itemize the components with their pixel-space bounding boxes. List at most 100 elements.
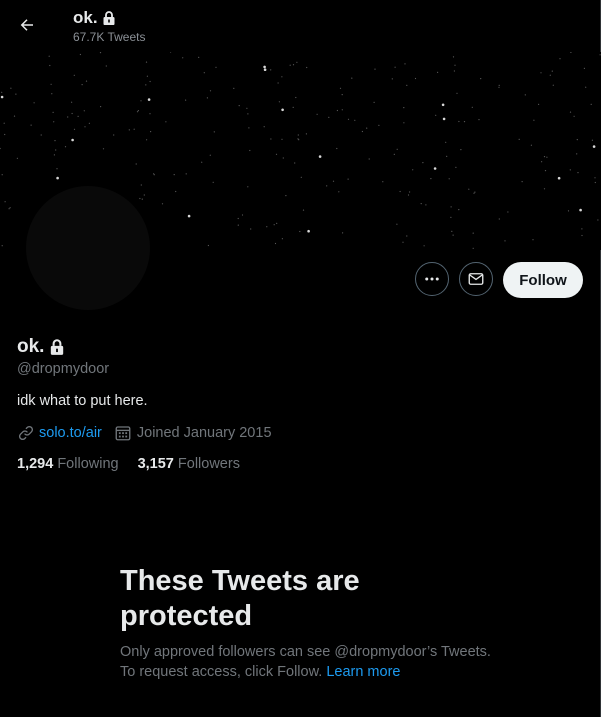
banner-star <box>100 106 102 108</box>
banner-star <box>182 57 184 59</box>
banner-star <box>504 240 506 242</box>
banner-star <box>273 224 275 226</box>
more-button[interactable] <box>415 262 449 296</box>
banner-star <box>206 97 208 99</box>
profile-joined: Joined January 2015 <box>136 425 272 441</box>
banner-star <box>451 230 453 232</box>
banner-star <box>468 188 470 190</box>
banner-star <box>64 146 67 148</box>
following-count: 1,294 <box>17 456 54 472</box>
banner-star <box>538 103 540 105</box>
banner-star <box>378 124 380 126</box>
banner-star <box>146 75 148 77</box>
banner-star <box>153 174 155 176</box>
banner-star <box>281 138 283 140</box>
banner-star <box>463 121 466 123</box>
banner-star <box>51 93 53 95</box>
learn-more-link[interactable]: Learn more <box>326 664 400 680</box>
banner-star <box>298 139 300 141</box>
banner-star <box>173 174 175 176</box>
banner-star <box>52 111 54 113</box>
banner-star <box>136 111 139 113</box>
followers-label: Followers <box>177 456 240 472</box>
banner-star <box>399 190 401 193</box>
banner-star <box>552 84 554 86</box>
protected-title: These Tweets are protected <box>120 565 360 632</box>
banner-star <box>73 128 76 130</box>
banner-star <box>532 239 534 241</box>
banner-star <box>185 99 187 101</box>
banner-star <box>201 161 203 163</box>
profile-meta: solo.to/air Joined January 2015 <box>17 424 272 442</box>
banner-star <box>237 224 239 226</box>
banner-star <box>30 124 32 126</box>
following-label: Following <box>57 456 119 472</box>
banner-star <box>128 129 130 131</box>
back-button[interactable] <box>12 10 42 40</box>
followers-link[interactable]: 3,157 Followers <box>138 456 240 472</box>
banner-star <box>277 82 279 84</box>
banner-star <box>339 87 342 89</box>
banner-star <box>521 181 523 183</box>
profile-link[interactable]: solo.to/air <box>39 425 102 441</box>
banner-star <box>263 68 267 71</box>
banner-star <box>302 209 305 211</box>
banner-star <box>403 122 405 124</box>
banner-star <box>347 178 349 180</box>
banner-star <box>73 74 75 76</box>
follow-button[interactable]: Follow <box>503 262 583 298</box>
banner-star <box>71 101 73 103</box>
banner-star <box>67 116 69 118</box>
banner-star <box>102 148 105 150</box>
banner-star <box>402 241 404 243</box>
banner-star <box>458 120 460 123</box>
banner-star <box>540 72 542 74</box>
banner-star <box>391 78 393 80</box>
banner-star <box>185 173 187 175</box>
banner-star <box>8 208 10 210</box>
banner-star <box>9 207 11 209</box>
banner-star <box>583 67 586 69</box>
banner-star <box>450 216 452 218</box>
banner-star <box>296 61 298 63</box>
banner-star <box>147 98 151 101</box>
banner-star <box>276 222 278 224</box>
avatar[interactable] <box>22 182 154 314</box>
banner-star <box>406 235 408 237</box>
banner-star <box>498 86 500 88</box>
banner-star <box>557 176 561 180</box>
banner-star <box>213 131 215 133</box>
banner-star <box>474 191 476 193</box>
banner-star <box>454 64 456 66</box>
banner-star <box>300 176 302 178</box>
banner-star <box>266 226 268 228</box>
calendar-icon-wrap <box>114 424 132 442</box>
message-button[interactable] <box>459 262 493 296</box>
banner-star <box>203 72 205 74</box>
banner-star <box>597 219 599 221</box>
banner-star <box>133 128 135 130</box>
banner-star <box>143 194 145 196</box>
banner-star <box>135 163 137 165</box>
banner-star <box>248 127 250 129</box>
banner-star <box>113 134 115 136</box>
banner-star <box>0 95 4 99</box>
banner-star <box>328 116 330 118</box>
banner-star <box>292 64 295 66</box>
profile-name-row: ok. <box>17 336 66 358</box>
banner-star <box>407 194 410 196</box>
banner-star <box>524 94 526 96</box>
banner-star <box>305 133 307 135</box>
banner-star <box>347 118 350 120</box>
banner-star <box>453 70 455 72</box>
following-link[interactable]: 1,294 Following <box>17 456 119 472</box>
banner-star <box>88 122 90 124</box>
banner-star <box>414 77 417 80</box>
banner-star <box>137 110 139 112</box>
banner-star <box>437 71 439 73</box>
banner-star <box>576 139 578 141</box>
calendar-icon <box>115 426 131 441</box>
banner-star <box>247 186 249 188</box>
followers-count: 3,157 <box>137 456 174 472</box>
banner-star <box>145 61 148 63</box>
